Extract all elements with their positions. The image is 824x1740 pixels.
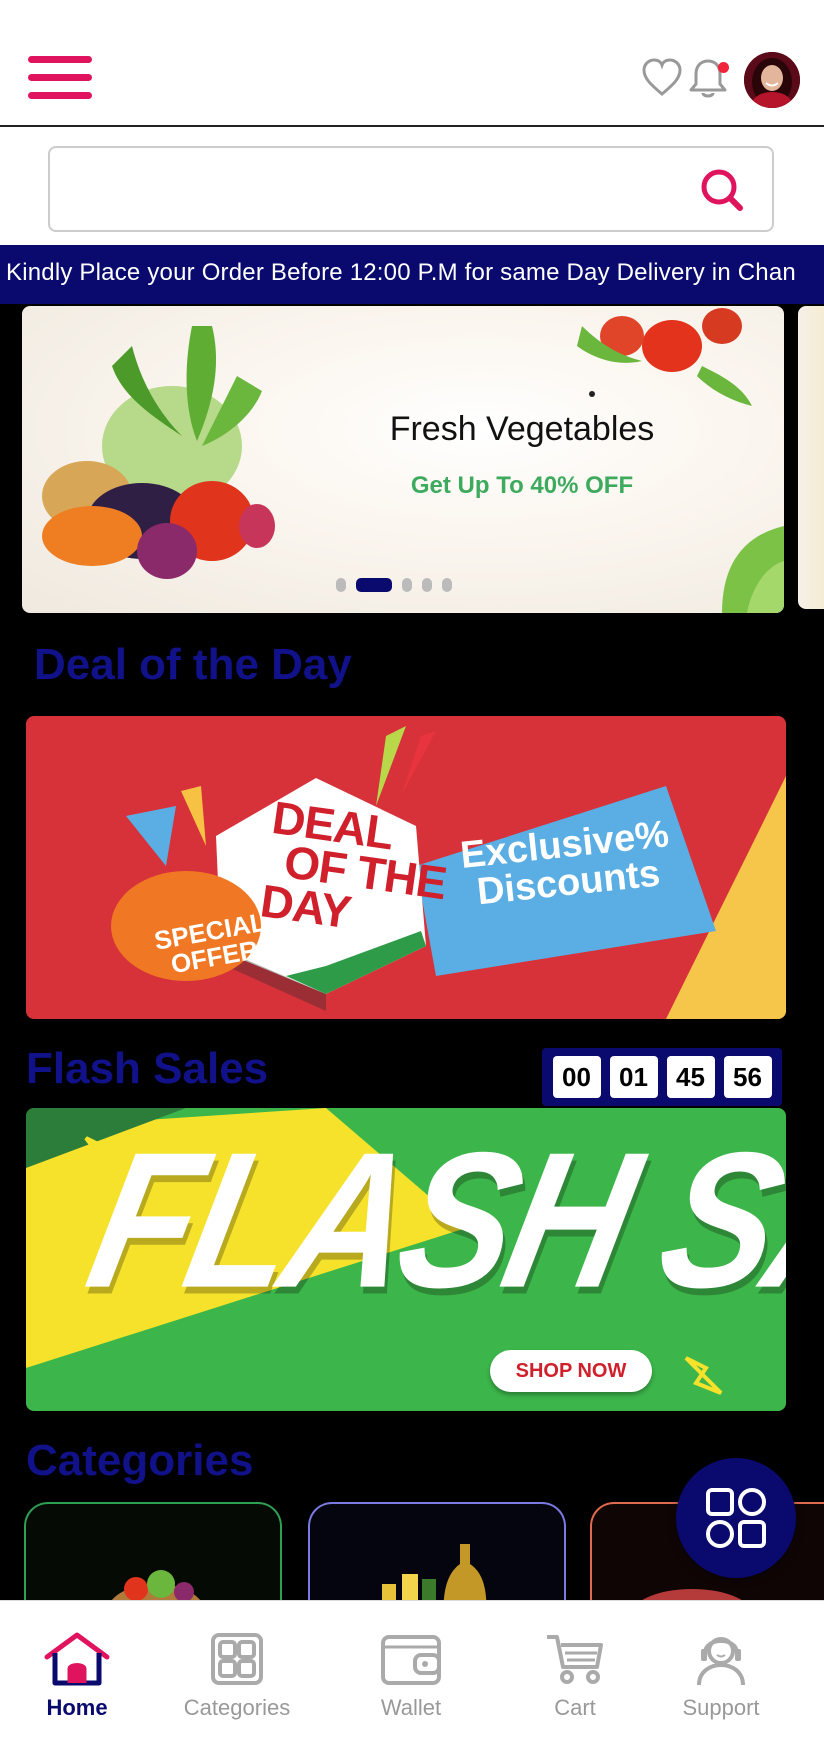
- bottom-navigation: Home Categories Wallet Cart Support: [0, 1600, 824, 1740]
- search-box[interactable]: [48, 146, 774, 232]
- nav-home[interactable]: Home: [2, 1631, 152, 1721]
- next-banner-peek[interactable]: [798, 306, 824, 609]
- nav-categories-label: Categories: [183, 1695, 291, 1720]
- search-bar: [0, 127, 824, 245]
- bell-icon[interactable]: [686, 56, 730, 100]
- user-avatar[interactable]: [744, 52, 800, 108]
- announcement-marquee: Kindly Place your Order Before 12:00 P.M…: [0, 245, 824, 304]
- countdown-minutes: 45: [666, 1056, 715, 1098]
- banner-subtitle: Get Up To 40% OFF: [410, 472, 634, 499]
- home-icon: [44, 1632, 110, 1686]
- carousel-dots: [336, 578, 452, 592]
- deal-of-the-day-banner[interactable]: DEAL OF THE DAY Exclusive% Discounts SPE…: [26, 716, 786, 1019]
- nav-wallet-label: Wallet: [380, 1695, 442, 1720]
- countdown-seconds: 56: [723, 1056, 772, 1098]
- cart-icon: [547, 1635, 603, 1684]
- deal-section-title: Deal of the Day: [34, 640, 352, 689]
- promo-banner[interactable]: Fresh Vegetables Get Up To 40% OFF: [22, 306, 784, 613]
- wallet-icon: [381, 1635, 441, 1685]
- support-icon: [697, 1637, 745, 1686]
- nav-support[interactable]: Support: [646, 1631, 796, 1721]
- notification-dot: [718, 62, 729, 73]
- app-header: [0, 0, 824, 127]
- flash-banner-headline: FLASH SALE: [73, 1111, 786, 1329]
- countdown-hours: 01: [609, 1056, 658, 1098]
- flash-sale-banner[interactable]: FLASH SALE SHOP NOW: [26, 1108, 786, 1411]
- grid-icon[interactable]: [676, 1458, 796, 1578]
- nav-cart[interactable]: Cart: [500, 1631, 650, 1721]
- carousel-dot[interactable]: [442, 578, 452, 592]
- vegetables-illustration: [42, 308, 784, 613]
- flash-countdown-timer: 00 01 45 56: [542, 1048, 782, 1106]
- carousel-dot[interactable]: [336, 578, 346, 592]
- nav-categories[interactable]: Categories: [162, 1631, 312, 1721]
- search-input[interactable]: [66, 162, 686, 218]
- search-icon[interactable]: [698, 166, 746, 214]
- countdown-days: 00: [552, 1056, 601, 1098]
- nav-support-label: Support: [682, 1695, 760, 1720]
- deal-banner-headline: DEAL OF THE DAY: [257, 791, 450, 939]
- categories-icon: [211, 1633, 263, 1685]
- nav-home-label: Home: [46, 1695, 108, 1720]
- nav-wallet[interactable]: Wallet: [336, 1631, 486, 1721]
- categories-section-title: Categories: [26, 1436, 254, 1485]
- carousel-dot-active[interactable]: [356, 578, 392, 592]
- heart-icon[interactable]: [640, 56, 684, 100]
- nav-cart-label: Cart: [554, 1695, 596, 1720]
- flash-section-title: Flash Sales: [26, 1044, 269, 1093]
- carousel-dot[interactable]: [422, 578, 432, 592]
- banner-title: Fresh Vegetables: [389, 410, 655, 448]
- shop-now-button[interactable]: SHOP NOW: [490, 1350, 652, 1392]
- announcement-text: Kindly Place your Order Before 12:00 P.M…: [6, 259, 796, 286]
- carousel-dot[interactable]: [402, 578, 412, 592]
- home-screen: Kindly Place your Order Before 12:00 P.M…: [0, 0, 824, 1740]
- hamburger-menu-icon[interactable]: [28, 56, 92, 100]
